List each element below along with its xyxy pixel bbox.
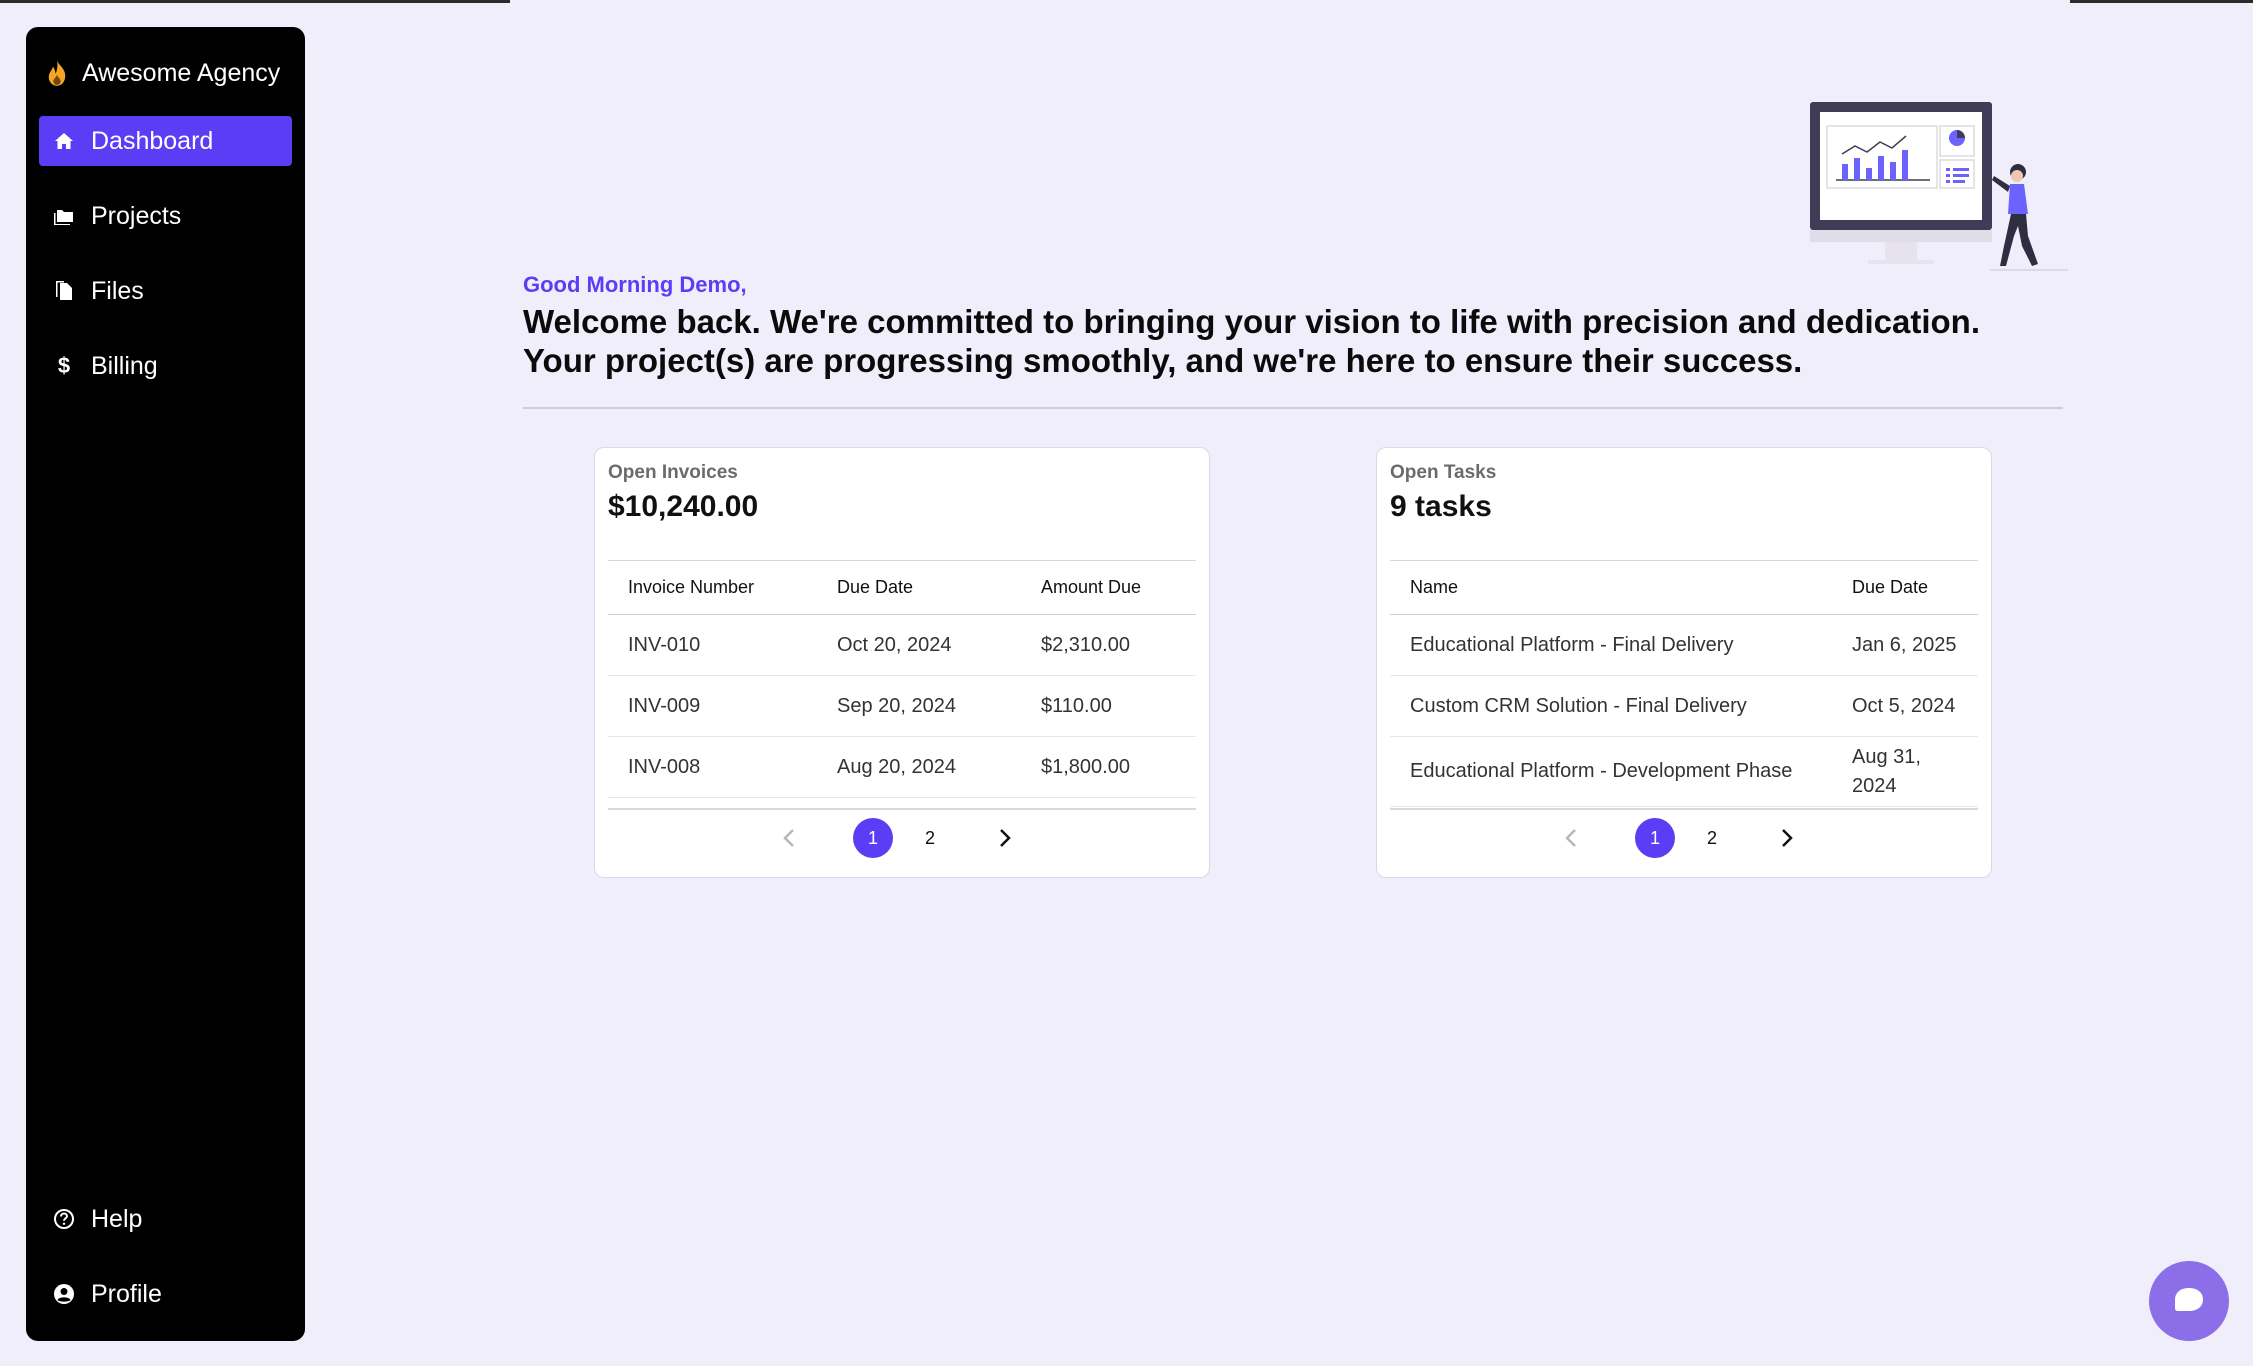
- brand-name: Awesome Agency: [82, 58, 281, 87]
- amount-due: $1,800.00: [1041, 755, 1130, 778]
- sidebar-item-label: Help: [91, 1204, 143, 1233]
- files-icon: [53, 280, 75, 302]
- table-row[interactable]: INV-008 Aug 20, 2024 $1,800.00: [608, 737, 1196, 798]
- home-icon: [53, 130, 75, 152]
- flame-icon: [46, 60, 68, 86]
- table-row[interactable]: INV-010 Oct 20, 2024 $2,310.00: [608, 615, 1196, 676]
- sidebar-item-dashboard[interactable]: Dashboard: [39, 116, 292, 166]
- chat-bubble-icon: [2175, 1288, 2203, 1311]
- sidebar-item-files[interactable]: Files: [39, 266, 292, 316]
- page-button-2[interactable]: 2: [1692, 818, 1732, 858]
- amount-due: $2,310.00: [1041, 633, 1130, 656]
- card-label: Open Tasks: [1390, 462, 1497, 483]
- amount-due: $110.00: [1041, 694, 1112, 717]
- column-header[interactable]: Name: [1390, 577, 1832, 598]
- sidebar-item-help[interactable]: Help: [39, 1194, 292, 1244]
- prev-page-button[interactable]: [771, 818, 807, 858]
- sidebar-item-projects[interactable]: Projects: [39, 191, 292, 241]
- task-name: Custom CRM Solution - Final Delivery: [1410, 694, 1747, 717]
- sidebar-item-label: Profile: [91, 1279, 162, 1308]
- task-name: Educational Platform - Development Phase: [1410, 760, 1793, 782]
- invoice-number: INV-009: [628, 694, 701, 717]
- chevron-right-icon: [1000, 829, 1011, 847]
- due-date: Jan 6, 2025: [1852, 633, 1957, 656]
- tasks-total: 9 tasks: [1390, 490, 1492, 523]
- chevron-right-icon: [1782, 829, 1793, 847]
- due-date: Aug 20, 2024: [837, 755, 956, 778]
- tasks-pagination: 1 2: [1377, 818, 1991, 858]
- table-header: Invoice Number Due Date Amount Due: [608, 561, 1196, 615]
- page-button-2[interactable]: 2: [910, 818, 950, 858]
- user-circle-icon: [53, 1283, 75, 1305]
- due-date: Oct 5, 2024: [1852, 694, 1956, 717]
- table-row[interactable]: INV-009 Sep 20, 2024 $110.00: [608, 676, 1196, 737]
- welcome-line-2: Your project(s) are progressing smoothly…: [523, 342, 1803, 379]
- column-header[interactable]: Invoice Number: [608, 577, 817, 598]
- section-divider: [523, 407, 2063, 409]
- welcome-message: Welcome back. We're committed to bringin…: [523, 302, 2063, 380]
- column-header[interactable]: Due Date: [817, 577, 1021, 598]
- due-date: Oct 20, 2024: [837, 633, 952, 656]
- table-bottom-border: [608, 808, 1196, 810]
- invoice-number: INV-008: [628, 755, 701, 778]
- sidebar: Awesome Agency Dashboard Projects Files …: [26, 27, 305, 1341]
- table-bottom-border: [1390, 808, 1978, 810]
- invoices-pagination: 1 2: [595, 818, 1209, 858]
- page-button-1[interactable]: 1: [853, 818, 893, 858]
- prev-page-button[interactable]: [1553, 818, 1589, 858]
- invoice-number: INV-010: [628, 633, 701, 656]
- sidebar-item-label: Billing: [91, 351, 158, 380]
- sidebar-item-label: Projects: [91, 201, 182, 230]
- next-page-button[interactable]: [987, 818, 1023, 858]
- open-tasks-card: Open Tasks 9 tasks Name Due Date Educati…: [1376, 447, 1992, 878]
- table-row[interactable]: Educational Platform - Development Phase…: [1390, 737, 1978, 807]
- sidebar-item-label: Files: [91, 276, 144, 305]
- sidebar-item-profile[interactable]: Profile: [39, 1269, 292, 1319]
- due-date: Sep 20, 2024: [837, 694, 956, 717]
- column-header[interactable]: Due Date: [1832, 577, 1978, 598]
- dollar-icon: $: [57, 353, 71, 378]
- chat-launcher-button[interactable]: [2149, 1261, 2229, 1341]
- chevron-left-icon: [783, 829, 794, 847]
- next-page-button[interactable]: [1769, 818, 1805, 858]
- greeting-text: Good Morning Demo,: [523, 272, 747, 297]
- sidebar-item-label: Dashboard: [91, 126, 214, 155]
- welcome-line-1: Welcome back. We're committed to bringin…: [523, 303, 1981, 340]
- folders-icon: [53, 205, 75, 227]
- column-header[interactable]: Amount Due: [1021, 577, 1196, 598]
- invoices-total: $10,240.00: [608, 490, 759, 523]
- invoices-table: Invoice Number Due Date Amount Due INV-0…: [608, 560, 1196, 798]
- dashboard-illustration: [1810, 102, 2068, 271]
- table-row[interactable]: Custom CRM Solution - Final Delivery Oct…: [1390, 676, 1978, 737]
- task-name: Educational Platform - Final Delivery: [1410, 633, 1734, 656]
- brand[interactable]: Awesome Agency: [46, 55, 280, 91]
- table-header: Name Due Date: [1390, 561, 1978, 615]
- page-button-1[interactable]: 1: [1635, 818, 1675, 858]
- card-label: Open Invoices: [608, 462, 738, 483]
- tasks-table: Name Due Date Educational Platform - Fin…: [1390, 560, 1978, 807]
- due-date: Aug 31, 2024: [1852, 745, 1921, 797]
- table-row[interactable]: Educational Platform - Final Delivery Ja…: [1390, 615, 1978, 676]
- sidebar-item-billing[interactable]: $ Billing: [39, 341, 292, 391]
- chevron-left-icon: [1565, 829, 1576, 847]
- open-invoices-card: Open Invoices $10,240.00 Invoice Number …: [594, 447, 1210, 878]
- help-circle-icon: [53, 1208, 75, 1230]
